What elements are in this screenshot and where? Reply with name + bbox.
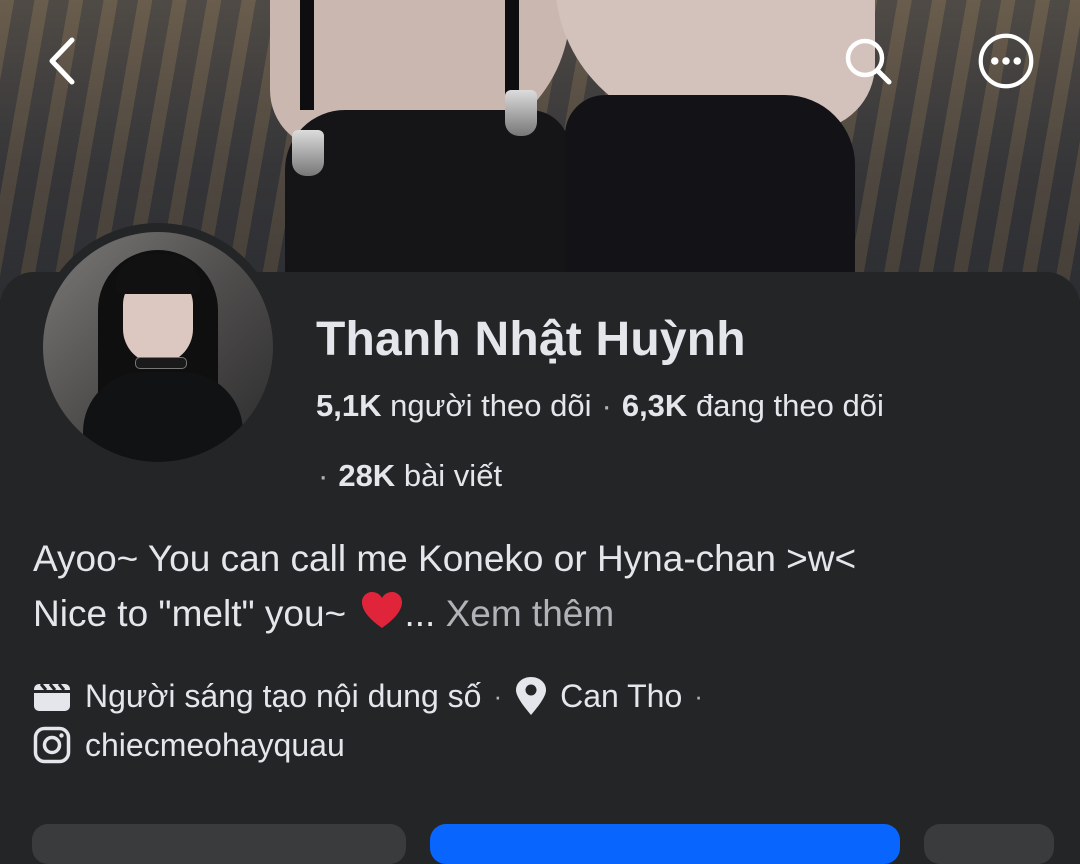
more-options-icon — [978, 33, 1034, 89]
followers-link[interactable]: 5,1K người theo dõi — [316, 388, 592, 423]
instagram-icon — [33, 726, 71, 764]
details-row: Người sáng tạo nội dung số · Can Tho · — [33, 676, 715, 716]
bio-text: Nice to "melt" you~ — [33, 593, 357, 634]
see-more-link[interactable]: Xem thêm — [446, 593, 615, 634]
location-link[interactable]: Can Tho — [560, 678, 682, 715]
location-pin-icon — [514, 676, 548, 716]
profile-name: Thanh Nhật Huỳnh — [316, 313, 746, 366]
stats-separator: · — [318, 458, 329, 493]
following-link[interactable]: 6,3K đang theo dõi — [622, 388, 884, 423]
primary-action-button[interactable] — [430, 824, 900, 864]
instagram-row: chiecmeohayquau — [33, 726, 345, 764]
more-actions-button[interactable] — [924, 824, 1054, 864]
posts-row: · 28K bài viết — [318, 458, 502, 494]
bio-line-1: Ayoo~ You can call me Koneko or Hyna-cha… — [33, 538, 857, 579]
red-heart-icon — [360, 590, 404, 639]
back-button[interactable] — [33, 32, 91, 90]
chevron-left-icon — [49, 37, 75, 85]
cover-strap — [300, 0, 314, 110]
details-separator: · — [694, 680, 703, 711]
more-options-button[interactable] — [977, 32, 1035, 90]
instagram-link[interactable]: chiecmeohayquau — [85, 727, 345, 764]
followers-count: 5,1K — [316, 388, 382, 423]
clapperboard-icon — [33, 680, 71, 712]
bio-line-2: Nice to "melt" you~ ... Xem thêm — [33, 590, 614, 639]
followers-label: người theo dõi — [390, 388, 592, 423]
stats-separator: · — [601, 388, 612, 423]
posts-count: 28K — [338, 458, 396, 493]
cover-stocking-right — [565, 95, 855, 300]
avatar[interactable] — [43, 232, 273, 462]
avatar-bangs — [115, 254, 201, 294]
category-text: Người sáng tạo nội dung số — [85, 677, 482, 714]
search-icon — [845, 38, 892, 85]
cover-clip — [505, 90, 537, 136]
posts-label: bài viết — [403, 458, 503, 493]
avatar-choker — [135, 357, 187, 369]
posts-link[interactable]: 28K bài viết — [338, 458, 502, 493]
following-label: đang theo dõi — [695, 388, 884, 423]
secondary-action-button[interactable] — [32, 824, 406, 864]
avatar-shirt — [83, 372, 243, 462]
stats-row: 5,1K người theo dõi · 6,3K đang theo dõi — [316, 388, 884, 424]
details-separator: · — [493, 680, 503, 711]
bio-ellipsis: ... — [404, 593, 436, 634]
search-button[interactable] — [839, 32, 897, 90]
cover-clip — [292, 130, 324, 176]
following-count: 6,3K — [621, 388, 688, 423]
